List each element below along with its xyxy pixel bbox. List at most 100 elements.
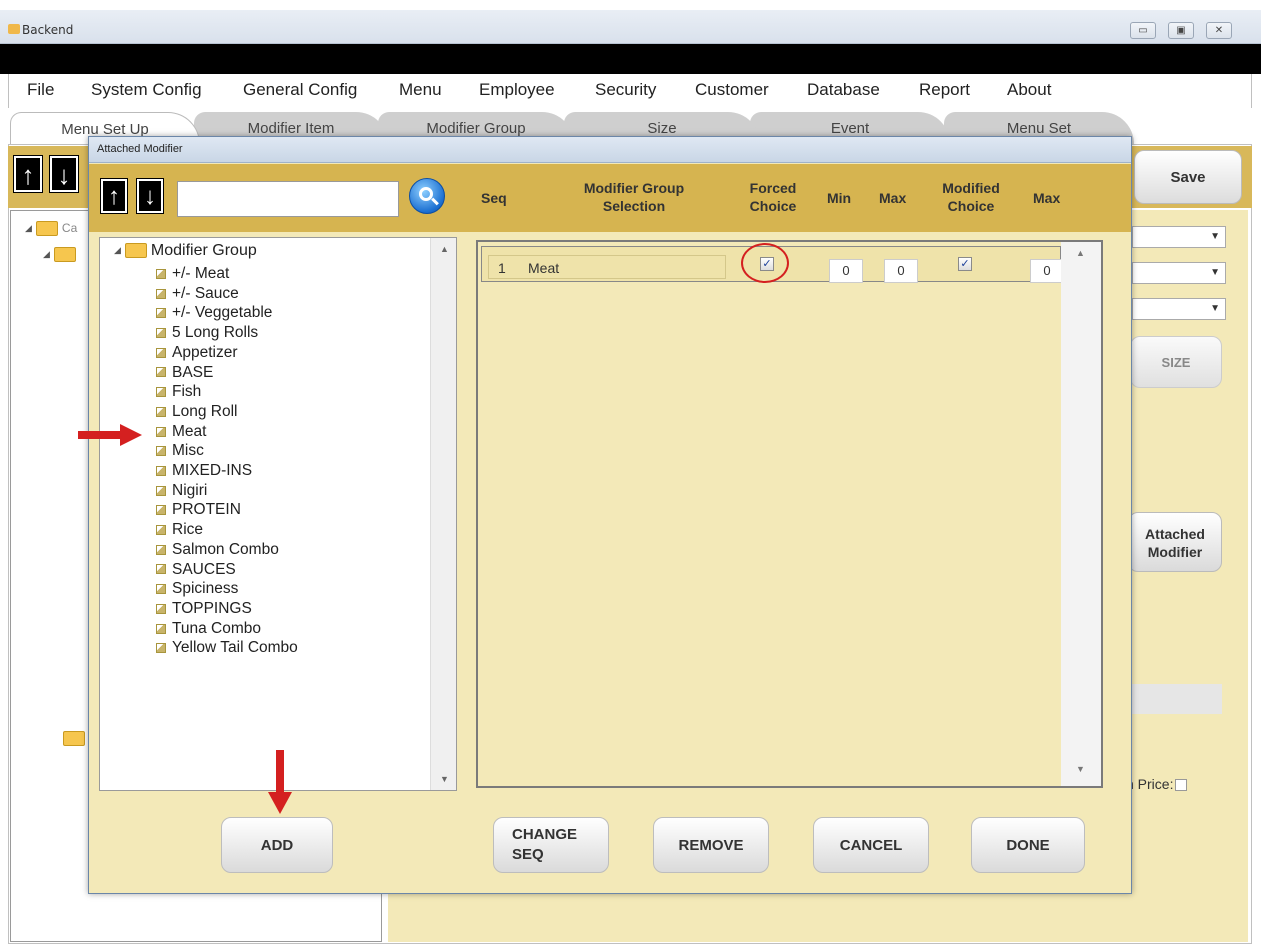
- modifier-item-icon: [156, 367, 166, 378]
- change-seq-button[interactable]: CHANGE SEQ: [493, 817, 609, 873]
- menu-employee[interactable]: Employee: [479, 80, 555, 100]
- tree-item-label: +/- Sauce: [172, 284, 239, 302]
- open-price-label: n Price:: [1126, 776, 1174, 792]
- dropdown-3[interactable]: ▼: [1132, 298, 1226, 320]
- menu-report[interactable]: Report: [919, 80, 970, 100]
- min-input[interactable]: 0: [829, 259, 863, 283]
- menu-general-config[interactable]: General Config: [243, 80, 357, 100]
- column-modified-choice: Modified Choice: [942, 180, 1000, 214]
- menu-security[interactable]: Security: [595, 80, 656, 100]
- grid-scrollbar[interactable]: ▲ ▼: [1061, 242, 1101, 786]
- tree-item[interactable]: +/- Sauce: [156, 284, 239, 304]
- attached-modifier-grid: 1 Meat ✓ 0 0 ✓ 0 ▲ ▼: [476, 240, 1103, 788]
- tree-item[interactable]: TOPPINGS: [156, 599, 252, 619]
- column-max: Max: [879, 190, 907, 206]
- tree-item[interactable]: +/- Veggetable: [156, 303, 272, 323]
- tree-item-label: Yellow Tail Combo: [172, 639, 298, 657]
- remove-button[interactable]: REMOVE: [653, 817, 769, 873]
- folder-icon: [53, 247, 76, 263]
- attached-modifier-button[interactable]: Attached Modifier: [1128, 512, 1222, 572]
- tree-item-label: +/- Meat: [172, 265, 230, 282]
- max2-input[interactable]: 0: [1030, 259, 1064, 283]
- close-icon[interactable]: ✕: [1206, 22, 1232, 39]
- tree-item[interactable]: Misc: [156, 441, 204, 461]
- tree-item[interactable]: Nigiri: [156, 481, 207, 501]
- menu-system-config[interactable]: System Config: [91, 80, 202, 100]
- move-down-icon[interactable]: ↓: [49, 155, 79, 193]
- tree-item[interactable]: Appetizer: [156, 343, 237, 363]
- tree-root-modifier-group[interactable]: ◢ Modifier Group: [114, 242, 257, 260]
- search-input[interactable]: [177, 181, 399, 217]
- move-down-icon[interactable]: ↓: [136, 178, 164, 214]
- scroll-up-icon[interactable]: ▲: [440, 244, 449, 254]
- column-forced-choice: Forced Choice: [749, 180, 797, 214]
- tree-item[interactable]: 5 Long Rolls: [156, 323, 258, 343]
- menu-about[interactable]: About: [1007, 80, 1051, 100]
- column-min: Min: [827, 190, 852, 206]
- tree-item[interactable]: Yellow Tail Combo: [156, 638, 298, 658]
- search-icon[interactable]: [409, 178, 445, 214]
- tree-item[interactable]: Tuna Combo: [156, 619, 261, 639]
- folder-icon: [63, 731, 89, 747]
- scroll-up-icon[interactable]: ▲: [1076, 248, 1085, 258]
- tree-row: ◢ Ca: [25, 221, 78, 237]
- tree-item-label: +/- Veggetable: [172, 304, 273, 322]
- max-input[interactable]: 0: [884, 259, 918, 283]
- tree-item[interactable]: Rice: [156, 520, 203, 540]
- open-price-checkbox[interactable]: [1175, 779, 1188, 792]
- cancel-button[interactable]: CANCEL: [813, 817, 929, 873]
- tree-item[interactable]: Meat: [156, 422, 206, 442]
- move-up-icon[interactable]: ↑: [100, 178, 128, 214]
- seq-value: 1: [498, 260, 506, 276]
- tree-item[interactable]: PROTEIN: [156, 500, 241, 520]
- minimize-icon[interactable]: ▭: [1130, 22, 1156, 39]
- modifier-item-icon: [156, 465, 166, 476]
- menu-customer[interactable]: Customer: [695, 80, 769, 100]
- modifier-item-icon: [156, 485, 166, 496]
- tree-item[interactable]: BASE: [156, 363, 213, 383]
- tree-item[interactable]: Salmon Combo: [156, 540, 279, 560]
- menu-menu[interactable]: Menu: [399, 80, 442, 100]
- tree-item[interactable]: Fish: [156, 382, 201, 402]
- modifier-item-icon: [156, 406, 166, 417]
- modifier-item-icon: [156, 446, 166, 457]
- scroll-down-icon[interactable]: ▼: [440, 774, 449, 784]
- tree-row: ◢: [43, 247, 80, 263]
- modifier-group-tree[interactable]: ◢ Modifier Group +/- Meat +/- Sauce +/- Veg…: [99, 237, 457, 791]
- dropdown-2[interactable]: ▼: [1132, 262, 1226, 284]
- tree-item[interactable]: MIXED-INS: [156, 461, 252, 481]
- tree-item[interactable]: +/- Meat: [156, 264, 229, 284]
- column-seq: Seq: [481, 190, 507, 206]
- tree-item[interactable]: Spiciness: [156, 579, 238, 599]
- modifier-item-icon: [156, 603, 166, 614]
- tree-scrollbar[interactable]: ▲ ▼: [430, 238, 456, 790]
- menu-file[interactable]: File: [27, 80, 54, 100]
- menu-database[interactable]: Database: [807, 80, 880, 100]
- modifier-item-icon: [156, 328, 166, 338]
- chevron-down-icon: ▼: [1210, 303, 1220, 314]
- selection-value: Meat: [528, 260, 560, 276]
- size-button[interactable]: SIZE: [1130, 336, 1222, 388]
- tree-item-label: Appetizer: [172, 343, 238, 361]
- tree-item-label: MIXED-INS: [172, 462, 253, 479]
- add-button[interactable]: ADD: [221, 817, 333, 873]
- folder-icon: [124, 243, 147, 259]
- tree-item[interactable]: SAUCES: [156, 560, 236, 580]
- tree-item-label: 5 Long Rolls: [172, 324, 259, 342]
- modifier-item-icon: [156, 584, 166, 595]
- save-button[interactable]: Save: [1134, 150, 1242, 204]
- modifier-item-icon: [156, 387, 166, 398]
- tree-item-label: Salmon Combo: [172, 540, 279, 558]
- collapse-icon[interactable]: ◢: [114, 245, 121, 255]
- done-button[interactable]: DONE: [971, 817, 1085, 873]
- dropdown-1[interactable]: ▼: [1132, 226, 1226, 248]
- dialog-title: Attached Modifier: [97, 143, 183, 155]
- attached-modifier-dialog: Attached Modifier ↑ ↓ Seq Modifier Group…: [88, 136, 1132, 894]
- maximize-icon[interactable]: ▣: [1168, 22, 1194, 39]
- tree-item[interactable]: Long Roll: [156, 402, 238, 422]
- modified-choice-checkbox[interactable]: ✓: [958, 257, 972, 271]
- scroll-down-icon[interactable]: ▼: [1076, 764, 1085, 774]
- tree-item-label: TOPPINGS: [172, 599, 252, 617]
- move-up-icon[interactable]: ↑: [13, 155, 43, 193]
- open-price-field[interactable]: n Price:: [1126, 776, 1188, 792]
